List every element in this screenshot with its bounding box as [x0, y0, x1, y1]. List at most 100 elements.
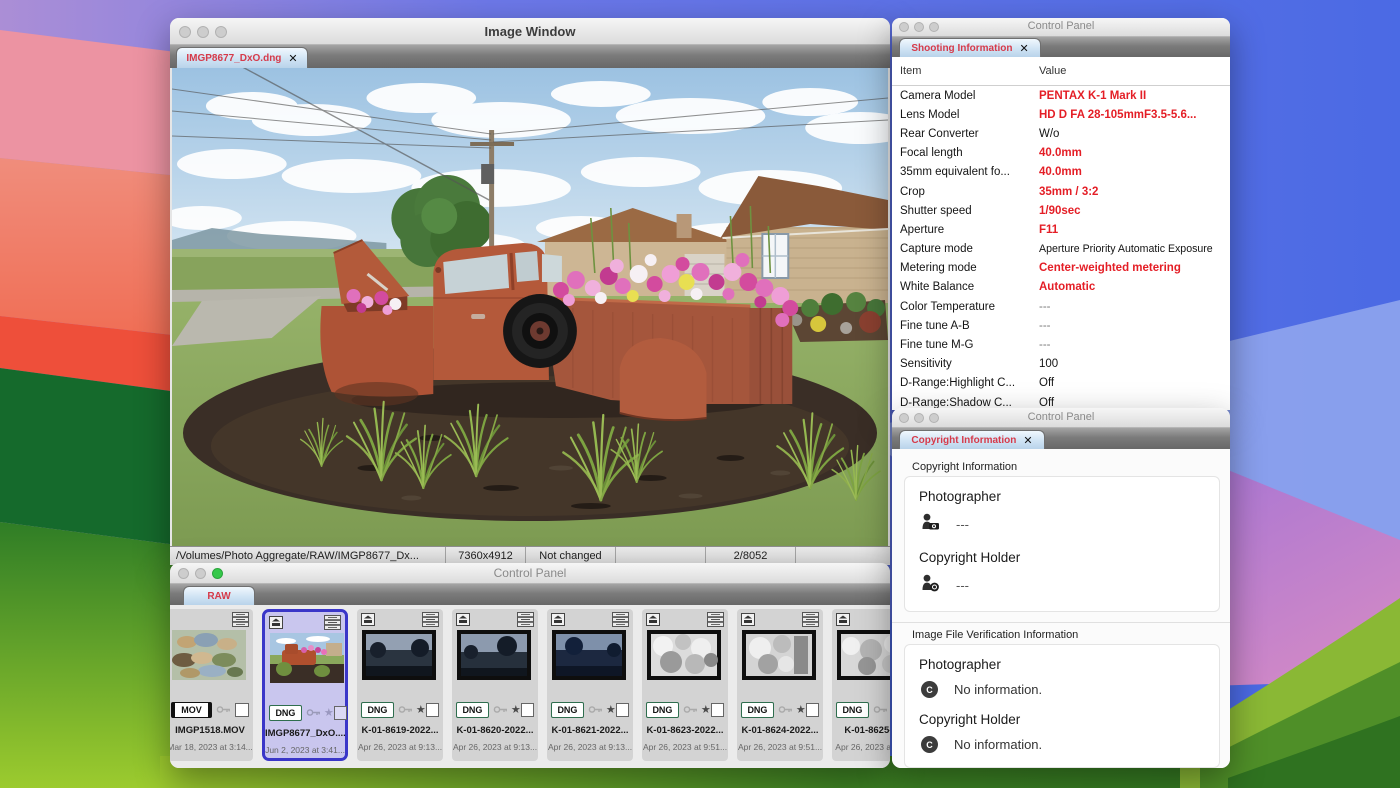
star-rating-icon[interactable]: ★ [511, 703, 521, 716]
format-badge: DNG [741, 702, 774, 718]
image-tabstrip: IMGP8677_DxO.dng ✕ [170, 45, 890, 68]
table-row: Sensitivity100 [892, 355, 1230, 374]
status-blank-1 [616, 547, 706, 564]
drawer-stack-icon [612, 612, 629, 632]
copyright-badge-icon: C [921, 736, 938, 753]
photographer-icon [921, 513, 940, 536]
select-checkbox[interactable] [806, 703, 819, 717]
star-rating-icon[interactable]: ★ [701, 703, 711, 716]
shooting-info-table: Item Value Camera ModelPENTAX K-1 Mark I… [892, 57, 1230, 410]
select-checkbox[interactable] [521, 703, 534, 717]
drawer-stack-icon [232, 612, 249, 632]
copyright-titlebar[interactable]: Control Panel [892, 408, 1230, 428]
thumbnail-filename: K-01-8623-2022... [642, 725, 728, 736]
table-row: Metering modeCenter-weighted metering [892, 259, 1230, 278]
thumbnail-date: Apr 26, 2023 at 9:5... [832, 742, 890, 752]
archive-box-icon [551, 613, 565, 631]
thumbnail-imgp1518[interactable]: MOV IMGP1518.MOV Mar 18, 2023 at 3:14... [170, 609, 253, 761]
thumbnail-image [172, 630, 246, 680]
thumbnail-filename: K-01-8621-2022... [547, 725, 633, 736]
table-row: White BalanceAutomatic [892, 278, 1230, 297]
thumbnail-filename: K-01-8620-2022... [452, 725, 538, 736]
entry-value: --- [956, 517, 969, 532]
table-row: Capture modeAperture Priority Automatic … [892, 240, 1230, 259]
thumbnail-k01-8619[interactable]: DNG ★ K-01-8619-2022... Apr 26, 2023 at … [357, 609, 443, 761]
thumbnail-date: Apr 26, 2023 at 9:13... [452, 742, 538, 752]
thumbnail-date: Apr 26, 2023 at 9:51... [737, 742, 823, 752]
thumbnail-k01-8620[interactable]: DNG ★ K-01-8620-2022... Apr 26, 2023 at … [452, 609, 538, 761]
key-icon [683, 701, 699, 719]
format-badge: MOV [171, 702, 212, 718]
copyright-tabstrip: Copyright Information ✕ [892, 428, 1230, 449]
key-icon [306, 704, 322, 722]
thumbnail-k01-8623[interactable]: DNG ★ K-01-8623-2022... Apr 26, 2023 at … [642, 609, 728, 761]
shooting-titlebar[interactable]: Control Panel [892, 18, 1230, 37]
archive-box-icon [741, 613, 755, 631]
thumbnail-image [270, 633, 344, 683]
entry-label: Photographer [919, 657, 1209, 672]
tab-label: Copyright Information [911, 435, 1016, 446]
status-image-position: 2/8052 [706, 547, 796, 564]
select-checkbox[interactable] [711, 703, 724, 717]
entry-label: Copyright Holder [919, 712, 1209, 727]
close-icon[interactable]: ✕ [1019, 42, 1028, 55]
shooting-tabstrip: Shooting Information ✕ [892, 37, 1230, 57]
status-file-path: /Volumes/Photo Aggregate/RAW/IMGP8677_Dx… [170, 547, 446, 564]
table-row: Color Temperature--- [892, 297, 1230, 316]
table-row: Fine tune A-B--- [892, 316, 1230, 335]
thumbnail-imgp8677[interactable]: DNG ★ IMGP8677_DxO.... Jun 2, 2023 at 3:… [262, 609, 348, 761]
star-rating-icon[interactable]: ★ [416, 703, 426, 716]
thumbnail-date: Apr 26, 2023 at 9:51... [642, 742, 728, 752]
table-row: Focal length40.0mm [892, 144, 1230, 163]
browser-control-panel: Control Panel RAW MOV IMGP1 [170, 563, 890, 768]
tab-label: RAW [207, 591, 230, 602]
key-icon [588, 701, 604, 719]
select-checkbox[interactable] [235, 703, 249, 717]
star-rating-icon[interactable]: ★ [324, 706, 334, 719]
drawer-stack-icon [517, 612, 534, 632]
table-row: D-Range:Highlight C...Off [892, 374, 1230, 393]
window-title: Control Panel [892, 20, 1230, 32]
table-row: Camera ModelPENTAX K-1 Mark II [892, 86, 1230, 105]
section-title: Copyright Information [912, 461, 1230, 473]
thumbnail-k01-8625[interactable]: DNG ★ K-01-8625-2... Apr 26, 2023 at 9:5… [832, 609, 890, 761]
desktop: Image Window IMGP8677_DxO.dng ✕ [0, 0, 1400, 788]
browser-titlebar[interactable]: Control Panel [170, 563, 890, 584]
thumbnail-image [457, 630, 531, 680]
tab-copyright-information[interactable]: Copyright Information ✕ [899, 430, 1045, 449]
image-window: Image Window IMGP8677_DxO.dng ✕ [170, 18, 890, 565]
select-checkbox[interactable] [426, 703, 439, 717]
thumbnail-filename: K-01-8624-2022... [737, 725, 823, 736]
column-item: Item [892, 65, 1039, 77]
browser-tabstrip: RAW [170, 584, 890, 605]
thumbnail-k01-8621[interactable]: DNG ★ K-01-8621-2022... Apr 26, 2023 at … [547, 609, 633, 761]
key-icon [398, 701, 414, 719]
archive-box-icon [646, 613, 660, 631]
table-row: Shutter speed1/90sec [892, 201, 1230, 220]
star-rating-icon[interactable]: ★ [796, 703, 806, 716]
thumbnail-k01-8624[interactable]: DNG ★ K-01-8624-2022... Apr 26, 2023 at … [737, 609, 823, 761]
thumbnail-date: Jun 2, 2023 at 3:41... [265, 745, 345, 755]
entry-value: No information. [954, 737, 1042, 752]
image-window-titlebar[interactable]: Image Window [170, 18, 890, 45]
close-icon[interactable]: ✕ [288, 52, 297, 65]
tab-imgp8677[interactable]: IMGP8677_DxO.dng ✕ [176, 47, 308, 68]
thumbnail-filename: K-01-8625-2... [832, 725, 890, 736]
key-icon [873, 701, 889, 719]
format-badge: DNG [456, 702, 489, 718]
close-icon[interactable]: ✕ [1023, 434, 1032, 447]
tab-shooting-information[interactable]: Shooting Information ✕ [899, 38, 1041, 57]
thumbnail-image [742, 630, 816, 680]
tab-raw[interactable]: RAW [183, 586, 255, 605]
copyright-group: Photographer --- Copyright Holder --- [904, 476, 1220, 612]
star-rating-icon[interactable]: ★ [606, 703, 616, 716]
select-checkbox[interactable] [334, 706, 347, 720]
window-title: Control Panel [170, 566, 890, 580]
thumbnail-image [552, 630, 626, 680]
table-row: Crop35mm / 3:2 [892, 182, 1230, 201]
tab-label: Shooting Information [911, 43, 1012, 54]
table-row: Lens ModelHD D FA 28-105mmF3.5-5.6... [892, 105, 1230, 124]
thumbnail-strip[interactable]: MOV IMGP1518.MOV Mar 18, 2023 at 3:14... [170, 605, 890, 768]
table-row: Fine tune M-G--- [892, 335, 1230, 354]
select-checkbox[interactable] [616, 703, 629, 717]
